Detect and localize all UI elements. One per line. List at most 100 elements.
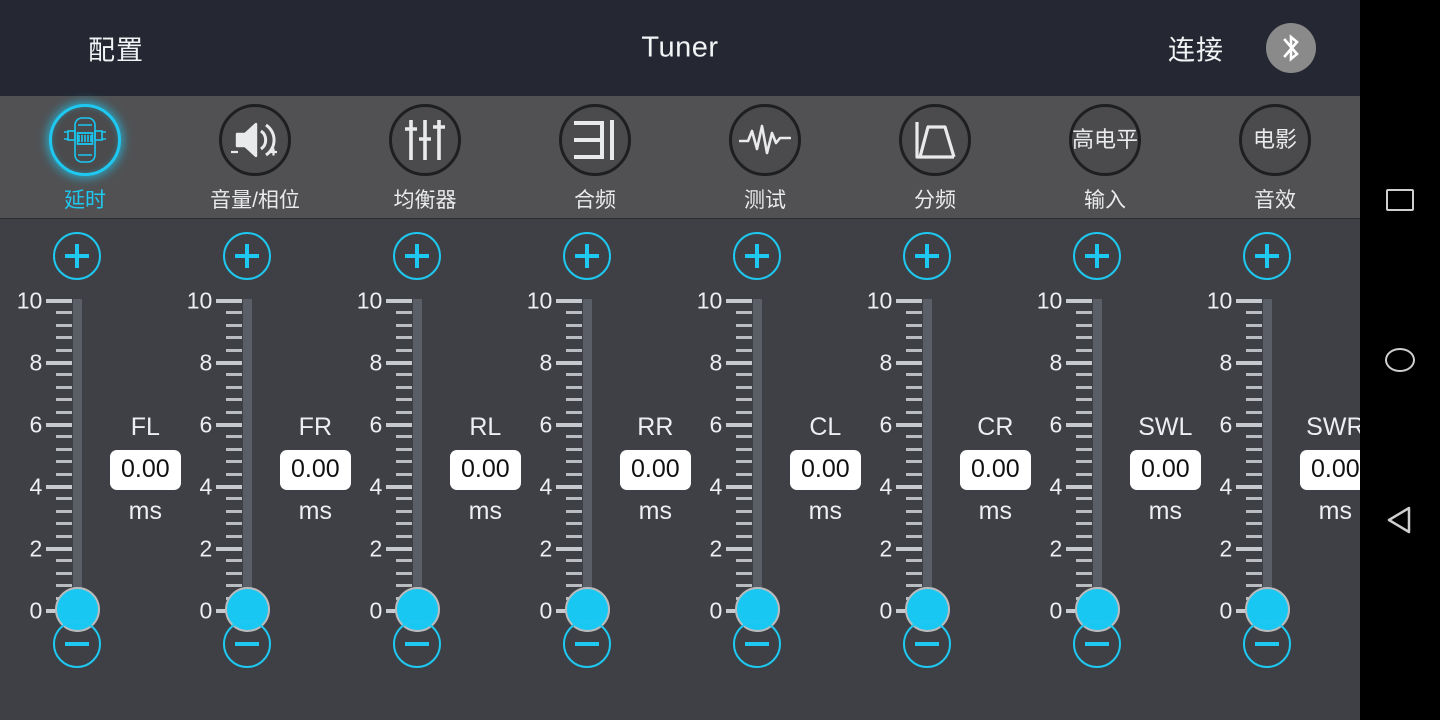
waveform-pulse-icon[interactable]: [729, 104, 801, 176]
crossover-filter-icon[interactable]: [899, 104, 971, 176]
tab-icon-text: 高电平: [1072, 129, 1138, 151]
increase-button[interactable]: [53, 232, 101, 280]
delay-sliders-panel: 1086420FL0.00ms1086420FR0.00ms1086420RL0…: [0, 219, 1360, 720]
scale-label: 2: [1050, 536, 1063, 563]
scale-tick-minor: [396, 373, 412, 376]
decrease-button[interactable]: [903, 620, 951, 668]
tab-label: 输入: [1084, 184, 1126, 214]
scale-tick-major: [1236, 361, 1262, 365]
slider-track[interactable]: [243, 299, 252, 609]
channel-column: 1086420SWR0.00ms: [1190, 219, 1360, 720]
scale-tick-minor: [736, 349, 752, 352]
scale-tick-major: [386, 485, 412, 489]
scale-tick-major: [386, 547, 412, 551]
scale-tick-major: [896, 423, 922, 427]
scale-tick-major: [46, 299, 72, 303]
scale-label: 8: [370, 350, 383, 377]
scale-tick-minor: [1076, 435, 1092, 438]
car-top-view-icon[interactable]: [49, 104, 121, 176]
slider-track[interactable]: [583, 299, 592, 609]
tab-label: 音量/相位: [210, 184, 300, 214]
slider-track[interactable]: [1093, 299, 1102, 609]
decrease-button[interactable]: [53, 620, 101, 668]
scale-label: 2: [540, 536, 553, 563]
slider-track[interactable]: [753, 299, 762, 609]
scale-tick-minor: [56, 460, 72, 463]
scale-label: 0: [710, 598, 723, 625]
text-icon[interactable]: 电影: [1239, 104, 1311, 176]
scale-tick-minor: [566, 572, 582, 575]
scale-label: 4: [880, 474, 893, 501]
scale-tick-minor: [566, 510, 582, 513]
scale-tick-minor: [1246, 572, 1262, 575]
bluetooth-button[interactable]: [1266, 23, 1316, 73]
scale-tick-minor: [396, 448, 412, 451]
scale-tick-major: [216, 361, 242, 365]
scale-tick-minor: [736, 373, 752, 376]
decrease-button[interactable]: [393, 620, 441, 668]
scale-tick-minor: [56, 311, 72, 314]
mode-tabbar: 延时 音量/相位 均衡器 合频 测: [0, 96, 1360, 219]
scale-tick-minor: [906, 559, 922, 562]
scale-tick-minor: [1246, 448, 1262, 451]
increase-button[interactable]: [563, 232, 611, 280]
increase-button[interactable]: [733, 232, 781, 280]
connect-button[interactable]: 连接: [1168, 29, 1224, 68]
home-circle-icon: [1385, 348, 1415, 372]
scale-tick-minor: [396, 584, 412, 587]
scale-label: 8: [200, 350, 213, 377]
channel-column: 1086420CL0.00ms: [680, 219, 850, 720]
scale-label: 10: [187, 288, 213, 315]
increase-button[interactable]: [903, 232, 951, 280]
scale-label: 2: [880, 536, 893, 563]
speaker-volume-icon[interactable]: [219, 104, 291, 176]
scale-tick-minor: [1246, 473, 1262, 476]
minus-icon: [915, 632, 939, 656]
scale-tick-minor: [566, 311, 582, 314]
scale-tick-minor: [566, 584, 582, 587]
tab-8[interactable]: 电影音效: [1190, 96, 1360, 218]
scale-tick-minor: [906, 584, 922, 587]
increase-button[interactable]: [1243, 232, 1291, 280]
tab-4[interactable]: 合频: [510, 96, 680, 218]
decrease-button[interactable]: [733, 620, 781, 668]
decrease-button[interactable]: [223, 620, 271, 668]
text-icon[interactable]: 高电平: [1069, 104, 1141, 176]
scale-tick-major: [1066, 547, 1092, 551]
channel-column: 1086420FL0.00ms: [0, 219, 170, 720]
crossover-mix-icon[interactable]: [559, 104, 631, 176]
tab-1[interactable]: 延时: [0, 96, 170, 218]
nav-back-button[interactable]: [1360, 480, 1440, 560]
decrease-button[interactable]: [1073, 620, 1121, 668]
scale-tick-minor: [906, 311, 922, 314]
decrease-button[interactable]: [563, 620, 611, 668]
nav-home-button[interactable]: [1360, 320, 1440, 400]
tab-5[interactable]: 测试: [680, 96, 850, 218]
increase-button[interactable]: [1073, 232, 1121, 280]
scale-tick-minor: [1246, 435, 1262, 438]
equalizer-sliders-icon[interactable]: [389, 104, 461, 176]
scale-label: 2: [370, 536, 383, 563]
scale-tick-major: [1236, 485, 1262, 489]
slider-track[interactable]: [923, 299, 932, 609]
slider-track[interactable]: [1263, 299, 1272, 609]
increase-button[interactable]: [223, 232, 271, 280]
scale-label: 10: [17, 288, 43, 315]
slider-track[interactable]: [73, 299, 82, 609]
slider-track[interactable]: [413, 299, 422, 609]
scale-tick-minor: [566, 535, 582, 538]
scale-tick-major: [556, 485, 582, 489]
scale-tick-minor: [56, 572, 72, 575]
scale-tick-minor: [1076, 324, 1092, 327]
tab-6[interactable]: 分频: [850, 96, 1020, 218]
tab-3[interactable]: 均衡器: [340, 96, 510, 218]
nav-recents-button[interactable]: [1360, 160, 1440, 240]
scale-tick-minor: [396, 324, 412, 327]
tab-2[interactable]: 音量/相位: [170, 96, 340, 218]
scale-tick-minor: [736, 448, 752, 451]
decrease-button[interactable]: [1243, 620, 1291, 668]
scale-label: 8: [1050, 350, 1063, 377]
increase-button[interactable]: [393, 232, 441, 280]
tab-7[interactable]: 高电平输入: [1020, 96, 1190, 218]
scale-tick-major: [726, 547, 752, 551]
